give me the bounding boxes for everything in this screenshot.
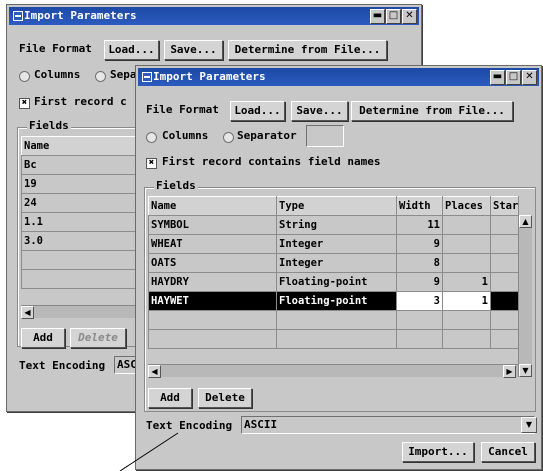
callout-pointer-line <box>119 432 179 471</box>
